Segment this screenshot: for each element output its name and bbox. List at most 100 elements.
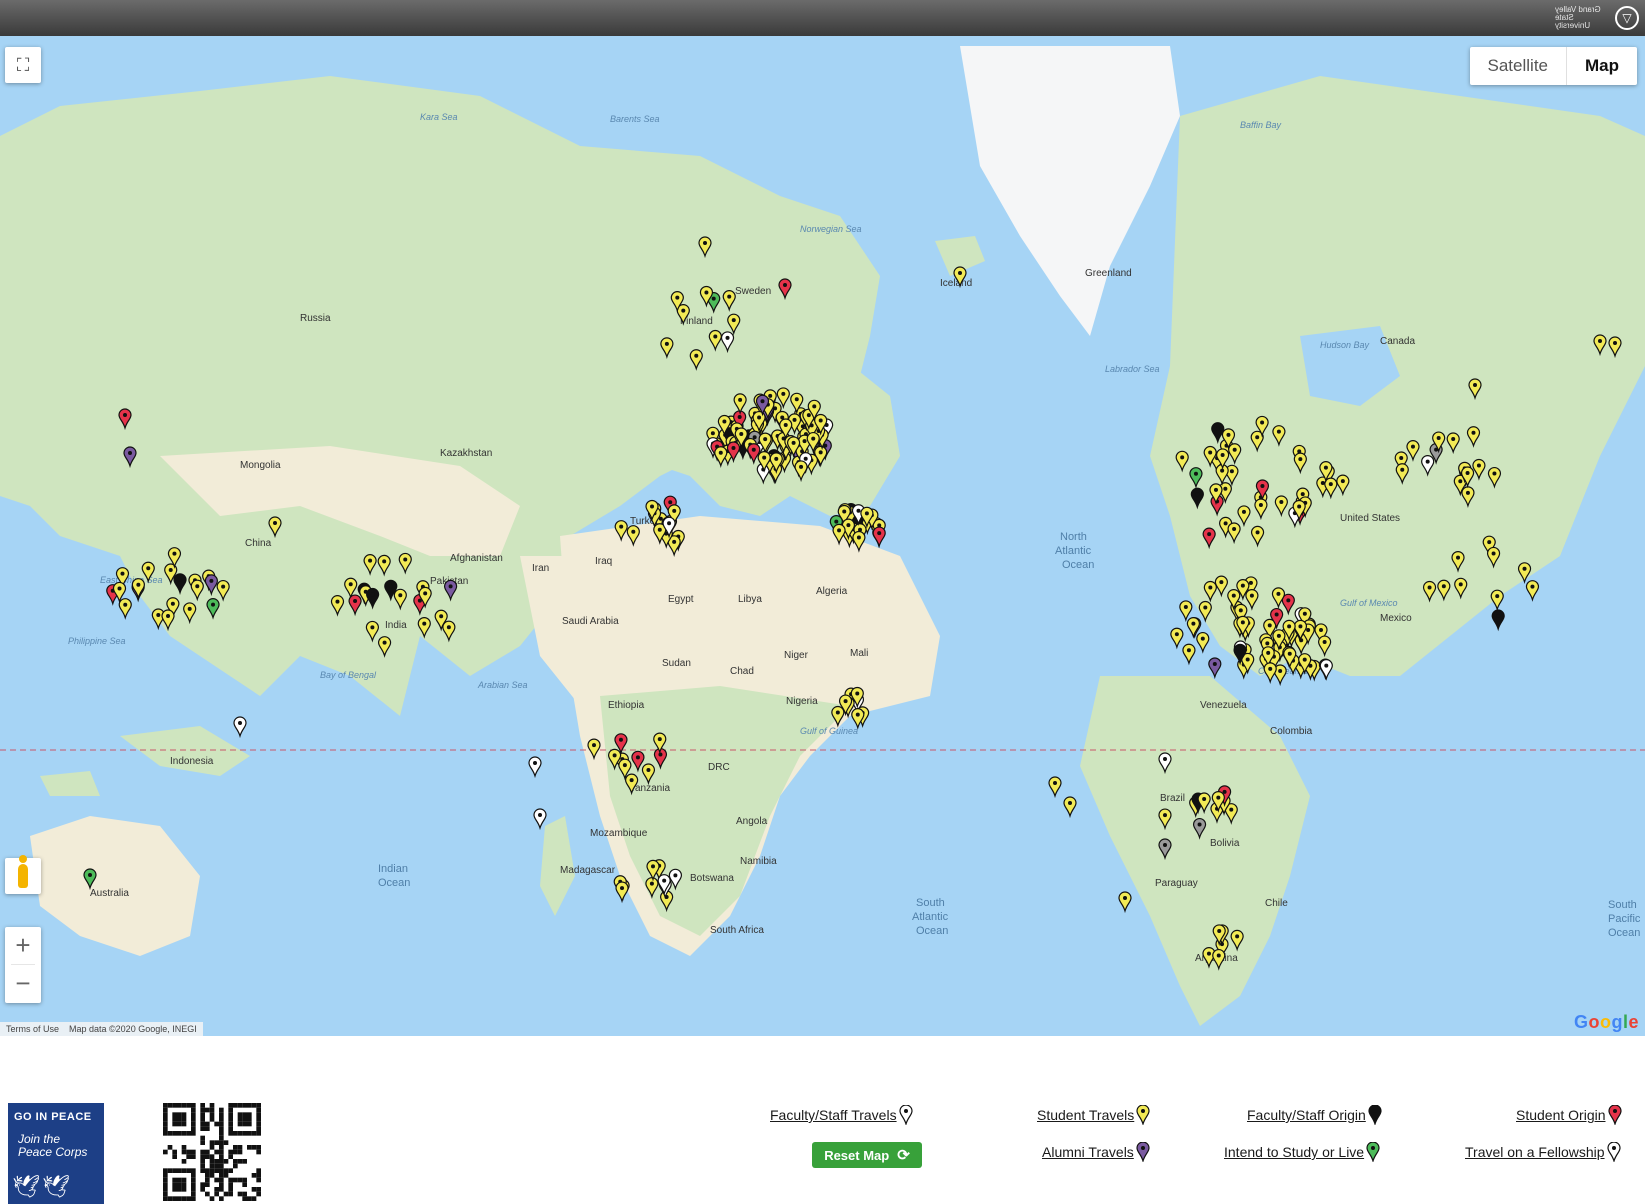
label-ethiopia: Ethiopia xyxy=(608,700,645,711)
label-south-atlantic-2: Atlantic xyxy=(912,911,949,923)
legend-alumni-travels[interactable]: Alumni Travels xyxy=(1042,1142,1150,1162)
map-marker-yellow[interactable] xyxy=(1179,600,1193,623)
top-bar: Grand Valley State University ▽ xyxy=(0,0,1645,36)
label-barents-sea: Barents Sea xyxy=(610,114,660,124)
label-kara-sea: Kara Sea xyxy=(420,112,458,122)
label-east-china-sea: East China Sea xyxy=(100,575,163,585)
map-marker-purple[interactable] xyxy=(1208,657,1222,680)
zoom-out-button[interactable]: − xyxy=(5,965,41,1002)
label-gulf-of-guinea: Gulf of Guinea xyxy=(800,726,858,736)
legend-faculty-staff-travels-link[interactable]: Faculty/Staff Travels xyxy=(770,1107,897,1123)
legend-student-travels-link[interactable]: Student Travels xyxy=(1037,1107,1134,1123)
legend-travel-fellowship-link[interactable]: Travel on a Fellowship xyxy=(1465,1144,1605,1160)
map-marker-yellow[interactable] xyxy=(1196,631,1210,654)
land-australia xyxy=(30,816,200,956)
label-bay-of-bengal: Bay of Bengal xyxy=(320,670,377,680)
label-india: India xyxy=(385,620,407,631)
label-drc: DRC xyxy=(708,762,730,773)
legend-intend-to-study[interactable]: Intend to Study or Live xyxy=(1224,1142,1380,1162)
label-indian-ocean-2: Ocean xyxy=(378,877,410,889)
gvsu-brand[interactable]: Grand Valley State University ▽ xyxy=(1555,4,1639,32)
map-marker-yellow[interactable] xyxy=(1118,891,1132,914)
label-russia: Russia xyxy=(300,313,331,324)
label-north-atlantic-2: Atlantic xyxy=(1055,545,1092,557)
label-indonesia: Indonesia xyxy=(170,756,214,767)
peace-corps-banner[interactable]: GO IN PEACE Join the Peace Corps 🕊🕊 xyxy=(8,1103,104,1204)
map-data-credit: Map data ©2020 Google, INEGI xyxy=(69,1024,197,1034)
legend-faculty-staff-travels[interactable]: Faculty/Staff Travels xyxy=(770,1105,913,1125)
label-south-pacific-3: Ocean xyxy=(1608,927,1640,939)
map-marker-yellow[interactable] xyxy=(1525,580,1540,602)
google-logo[interactable]: Google xyxy=(1574,1012,1639,1033)
label-greenland: Greenland xyxy=(1085,268,1132,279)
peace-corps-tagline: Join the Peace Corps xyxy=(18,1132,88,1159)
legend-marker-green xyxy=(1366,1142,1380,1162)
reset-map-button[interactable]: Reset Map ⟳ xyxy=(812,1142,922,1168)
map-marker-yellow[interactable] xyxy=(1263,662,1277,685)
map-marker-white[interactable] xyxy=(1319,659,1333,681)
label-egypt: Egypt xyxy=(668,594,694,605)
map-marker-black[interactable] xyxy=(1491,609,1505,632)
label-bolivia: Bolivia xyxy=(1210,838,1240,849)
label-south-pacific-1: South xyxy=(1608,899,1637,911)
label-australia: Australia xyxy=(90,888,129,899)
qr-code-icon[interactable] xyxy=(163,1103,261,1201)
fullscreen-button[interactable]: ⛶ xyxy=(5,47,41,83)
label-madagascar: Madagascar xyxy=(560,865,616,876)
street-view-button[interactable] xyxy=(5,855,41,894)
map-marker-yellow[interactable] xyxy=(1182,643,1196,666)
legend-marker-white xyxy=(1606,1142,1621,1162)
map-marker-white[interactable] xyxy=(233,716,247,739)
map-marker-yellow[interactable] xyxy=(1170,627,1184,650)
legend-faculty-staff-origin-link[interactable]: Faculty/Staff Origin xyxy=(1247,1107,1366,1123)
label-algeria: Algeria xyxy=(816,586,848,597)
legend-marker-black xyxy=(1368,1105,1382,1125)
label-mali: Mali xyxy=(850,648,868,659)
map-base: Greenland Canada United States Mexico Ve… xyxy=(0,46,1645,1026)
legend-travel-fellowship[interactable]: Travel on a Fellowship xyxy=(1465,1142,1621,1162)
map-marker-white[interactable] xyxy=(528,756,542,779)
satellite-option[interactable]: Satellite xyxy=(1470,47,1566,85)
label-paraguay: Paraguay xyxy=(1155,878,1198,889)
label-sudan: Sudan xyxy=(662,658,691,669)
map-marker-yellow[interactable] xyxy=(1063,796,1077,819)
gvsu-logo-icon: ▽ xyxy=(1615,6,1639,30)
map-marker-red[interactable] xyxy=(872,526,886,549)
label-arabian-sea: Arabian Sea xyxy=(477,680,528,690)
map-type-control: Satellite Map xyxy=(1469,47,1637,85)
zoom-in-button[interactable]: + xyxy=(5,927,41,964)
label-china: China xyxy=(245,538,272,549)
label-north-atlantic-1: North xyxy=(1060,531,1087,543)
label-mongolia: Mongolia xyxy=(240,460,281,471)
legend-faculty-staff-origin[interactable]: Faculty/Staff Origin xyxy=(1247,1105,1382,1125)
map-marker-yellow[interactable] xyxy=(1048,776,1062,799)
map-option[interactable]: Map xyxy=(1567,47,1637,85)
legend-panel: GO IN PEACE Join the Peace Corps 🕊🕊 Facu… xyxy=(0,1036,1645,1204)
peace-corps-headline: GO IN PEACE xyxy=(14,1111,92,1123)
map-marker-yellow[interactable] xyxy=(1186,617,1201,639)
fullscreen-icon: ⛶ xyxy=(16,54,30,75)
world-map[interactable]: Greenland Canada United States Mexico Ve… xyxy=(0,36,1645,1036)
legend-intend-to-study-link[interactable]: Intend to Study or Live xyxy=(1224,1144,1364,1160)
label-south-atlantic-3: Ocean xyxy=(916,925,948,937)
pegman-icon xyxy=(18,855,28,888)
dove-icon: 🕊🕊 xyxy=(12,1174,72,1199)
legend-student-travels[interactable]: Student Travels xyxy=(1037,1105,1150,1125)
map-marker-yellow[interactable] xyxy=(615,881,629,904)
gvsu-wordmark: Grand Valley State University xyxy=(1555,5,1601,30)
label-chad: Chad xyxy=(730,666,754,677)
label-angola: Angola xyxy=(736,816,768,827)
legend-student-origin-link[interactable]: Student Origin xyxy=(1516,1107,1606,1123)
legend-alumni-travels-link[interactable]: Alumni Travels xyxy=(1042,1144,1134,1160)
map-marker-yellow[interactable] xyxy=(1490,589,1504,612)
map-marker-white[interactable] xyxy=(533,808,547,831)
label-baffin-bay: Baffin Bay xyxy=(1240,120,1282,130)
label-sweden: Sweden xyxy=(735,286,771,297)
terms-link[interactable]: Terms of Use xyxy=(6,1024,59,1034)
map-marker-yellow[interactable] xyxy=(118,598,132,620)
legend-student-origin[interactable]: Student Origin xyxy=(1516,1105,1622,1125)
label-north-atlantic-3: Ocean xyxy=(1062,559,1094,571)
label-mexico: Mexico xyxy=(1380,613,1412,624)
zoom-control: + − xyxy=(5,927,41,1003)
label-saudi-arabia: Saudi Arabia xyxy=(562,616,619,627)
